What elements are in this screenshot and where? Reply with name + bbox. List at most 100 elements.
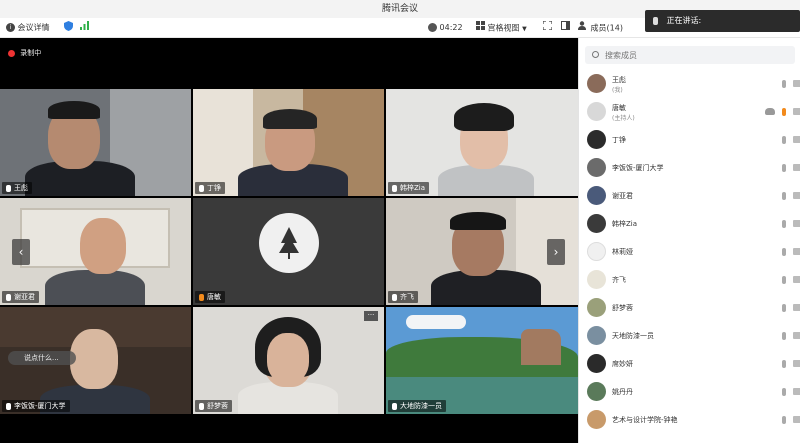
camera-icon[interactable] [793, 108, 800, 115]
camera-icon[interactable] [793, 136, 800, 143]
mic-icon [392, 293, 397, 301]
clock-icon [428, 23, 437, 32]
shield-icon [64, 21, 73, 36]
mic-icon[interactable] [782, 108, 786, 116]
speaking-indicator: 正在讲话: [645, 10, 800, 32]
mic-icon [6, 402, 11, 410]
mic-icon[interactable] [782, 136, 786, 144]
mic-icon[interactable] [782, 360, 786, 368]
member-name: 姚丹丹 [612, 388, 633, 396]
layout-button[interactable] [561, 21, 570, 35]
members-icon [578, 21, 588, 35]
cloud-icon [765, 108, 775, 115]
camera-icon[interactable] [793, 276, 800, 283]
member-role: (主持人) [612, 115, 635, 122]
mic-icon[interactable] [782, 416, 786, 424]
tile-name-tag: 王彪 [2, 182, 32, 194]
member-row[interactable]: 李饭饭-厦门大学 [579, 154, 800, 182]
mic-icon[interactable] [782, 332, 786, 340]
avatar [587, 382, 606, 401]
tile-name-tag: 丁铮 [195, 182, 225, 194]
member-name: 唐敏 [612, 104, 626, 112]
member-row[interactable]: 丁铮 [579, 126, 800, 154]
video-tile[interactable]: 说点什么... 李饭饭-厦门大学 [0, 307, 191, 414]
member-name: 李饭饭-厦门大学 [612, 164, 664, 172]
avatar [587, 410, 606, 429]
view-mode-button[interactable]: 宫格视图 ▼ [476, 21, 527, 35]
mic-icon[interactable] [782, 276, 786, 284]
info-icon: i [6, 23, 15, 32]
more-icon[interactable]: ··· [364, 311, 378, 321]
mic-icon[interactable] [782, 220, 786, 228]
search-input[interactable] [605, 48, 785, 62]
video-tile[interactable]: 唐敏 [193, 198, 384, 305]
mic-icon[interactable] [782, 164, 786, 172]
camera-icon[interactable] [793, 360, 800, 367]
tile-name-tag: 舒梦蓉 [195, 400, 232, 412]
avatar [587, 130, 606, 149]
member-name: 丁铮 [612, 136, 626, 144]
video-tile[interactable]: 韩梓Zia [386, 89, 578, 196]
camera-icon[interactable] [793, 220, 800, 227]
mic-icon[interactable] [782, 80, 786, 88]
camera-icon[interactable] [793, 304, 800, 311]
search-icon [592, 51, 599, 58]
member-row[interactable]: 艺术与设计学院-钟艳 [579, 406, 800, 434]
video-tile[interactable]: ··· 舒梦蓉 [193, 307, 384, 414]
members-panel: 王彪 (我) 唐敏 (主持人) 丁铮 李饭饭-厦门大学 谢亚君 韩梓Zia [578, 38, 800, 443]
chat-hint[interactable]: 说点什么... [8, 351, 76, 365]
mic-icon [392, 402, 397, 410]
camera-icon[interactable] [793, 248, 800, 255]
tile-name-tag: 大地防漆一员 [388, 400, 446, 412]
grid-icon [476, 21, 485, 35]
member-row[interactable]: 王彪 (我) [579, 70, 800, 98]
camera-icon[interactable] [793, 388, 800, 395]
camera-icon[interactable] [793, 164, 800, 171]
meeting-details-label: 会议详情 [17, 23, 50, 32]
mic-icon [199, 184, 204, 192]
window-title: 腾讯会议 [381, 4, 418, 14]
member-row[interactable]: 谢亚君 [579, 182, 800, 210]
avatar [587, 242, 606, 261]
video-tile[interactable]: 王彪 [0, 89, 191, 196]
member-row[interactable]: 姚丹丹 [579, 378, 800, 406]
mic-icon[interactable] [782, 192, 786, 200]
camera-icon[interactable] [793, 332, 800, 339]
next-page-button[interactable]: › [547, 239, 565, 265]
network-button[interactable] [80, 21, 89, 35]
mic-icon[interactable] [782, 248, 786, 256]
video-tile[interactable]: 丁铮 [193, 89, 384, 196]
recording-label: 录制中 [20, 49, 42, 57]
mic-icon[interactable] [782, 388, 786, 396]
avatar [587, 102, 606, 121]
avatar [587, 326, 606, 345]
meeting-details-button[interactable]: i 会议详情 [6, 21, 50, 35]
security-button[interactable] [64, 21, 73, 35]
camera-icon[interactable] [793, 192, 800, 199]
mic-icon [6, 293, 11, 301]
member-row[interactable]: 席妙妍 [579, 350, 800, 378]
timer: 04:22 [428, 21, 463, 35]
avatar [587, 214, 606, 233]
mic-icon[interactable] [782, 304, 786, 312]
fullscreen-button[interactable] [542, 20, 553, 35]
avatar [587, 74, 606, 93]
video-tile[interactable]: 大地防漆一员 [386, 307, 578, 414]
members-button[interactable]: 成员(14) [578, 21, 623, 35]
member-name: 舒梦蓉 [612, 304, 633, 312]
member-row[interactable]: 唐敏 (主持人) [579, 98, 800, 126]
member-search[interactable] [585, 46, 795, 64]
member-row[interactable]: 林莉娅 [579, 238, 800, 266]
member-row[interactable]: 天地防漆一员 [579, 322, 800, 350]
mic-icon [6, 184, 11, 192]
prev-page-button[interactable]: ‹ [12, 239, 30, 265]
member-row[interactable]: 舒梦蓉 [579, 294, 800, 322]
member-row[interactable]: 齐飞 [579, 266, 800, 294]
timer-value: 04:22 [439, 23, 463, 32]
tile-name-tag: 韩梓Zia [388, 182, 430, 194]
member-row[interactable]: 韩梓Zia [579, 210, 800, 238]
tile-name-tag: 李饭饭-厦门大学 [2, 400, 70, 412]
camera-icon[interactable] [793, 416, 800, 423]
members-label: 成员(14) [590, 23, 623, 33]
camera-icon[interactable] [793, 80, 800, 87]
